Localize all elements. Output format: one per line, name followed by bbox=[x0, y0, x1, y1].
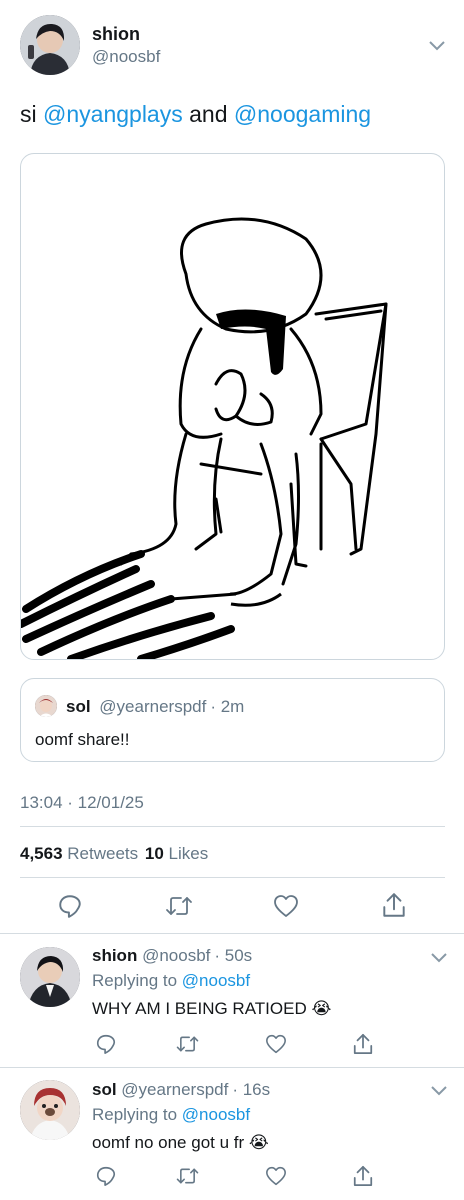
replying-to: Replying to @noosbf bbox=[92, 971, 250, 991]
mention-link[interactable]: @noosbf bbox=[182, 971, 250, 990]
reply-author-handle[interactable]: @noosbf bbox=[142, 946, 210, 965]
retweet-icon bbox=[176, 1036, 199, 1052]
reply-time: · 50s bbox=[214, 946, 253, 965]
reply-button[interactable] bbox=[95, 1033, 117, 1055]
share-icon bbox=[383, 893, 405, 917]
reply-author-handle[interactable]: @yearnerspdf bbox=[121, 1080, 228, 1099]
mention-link[interactable]: @noosbf bbox=[182, 1105, 250, 1124]
share-button[interactable] bbox=[381, 891, 407, 919]
tweet-stats: 4,563 Retweets 10 Likes bbox=[20, 844, 208, 864]
tweet-text-prefix: si bbox=[20, 101, 37, 127]
quote-author-handle[interactable]: @yearnerspdf bbox=[99, 697, 206, 716]
chevron-down-icon[interactable] bbox=[430, 1085, 448, 1097]
likes-count[interactable]: 10 bbox=[145, 844, 164, 863]
quote-time: · 2m bbox=[210, 697, 245, 716]
share-icon bbox=[353, 1033, 373, 1055]
mention-link[interactable]: @noogaming bbox=[234, 101, 371, 127]
share-button[interactable] bbox=[352, 1164, 374, 1188]
reply-time: · 16s bbox=[232, 1080, 271, 1099]
reply-text-body: WHY AM I BEING RATIOED bbox=[92, 999, 307, 1018]
reply-text-body: oomf no one got u fr bbox=[92, 1133, 245, 1152]
author-name[interactable]: shion bbox=[92, 24, 140, 45]
tweet-media-image[interactable] bbox=[20, 153, 445, 660]
divider bbox=[20, 826, 445, 827]
retweets-label[interactable]: Retweets bbox=[67, 844, 138, 863]
emoji: 😭 bbox=[248, 1133, 269, 1152]
reply-button[interactable] bbox=[95, 1165, 117, 1187]
reply-button[interactable] bbox=[57, 893, 83, 919]
share-button[interactable] bbox=[352, 1032, 374, 1056]
retweet-icon bbox=[166, 897, 192, 915]
retweet-button[interactable] bbox=[164, 894, 194, 918]
quote-text: oomf share!! bbox=[35, 730, 130, 749]
replying-to-label: Replying to bbox=[92, 1105, 178, 1124]
retweet-button[interactable] bbox=[175, 1034, 200, 1054]
like-button[interactable] bbox=[265, 1166, 287, 1186]
chevron-down-icon[interactable] bbox=[430, 952, 448, 964]
replying-to-label: Replying to bbox=[92, 971, 178, 990]
quote-avatar[interactable] bbox=[35, 695, 57, 717]
emoji: 😭 bbox=[311, 999, 332, 1018]
reply-icon bbox=[96, 1034, 116, 1054]
reply-icon bbox=[96, 1166, 116, 1186]
tweet-timestamp[interactable]: 13:04 · 12/01/25 bbox=[20, 793, 144, 813]
reply-author-name[interactable]: sol bbox=[92, 1080, 117, 1099]
like-icon bbox=[274, 895, 298, 917]
chevron-down-icon[interactable] bbox=[428, 40, 446, 52]
reply-author-name[interactable]: shion bbox=[92, 946, 137, 965]
reply-meta: shion @noosbf · 50s bbox=[92, 946, 252, 966]
tweet-text-and: and bbox=[189, 101, 228, 127]
reply-meta: sol @yearnerspdf · 16s bbox=[92, 1080, 270, 1100]
retweet-button[interactable] bbox=[175, 1166, 200, 1186]
quote-meta: sol @yearnerspdf · 2m bbox=[66, 697, 244, 717]
reply-text: WHY AM I BEING RATIOED 😭 bbox=[92, 999, 331, 1019]
reply-avatar[interactable] bbox=[20, 947, 80, 1007]
retweet-icon bbox=[176, 1168, 199, 1184]
author-avatar[interactable] bbox=[20, 15, 80, 75]
tweet-text: si @nyangplays and @noogaming bbox=[20, 101, 371, 128]
share-icon bbox=[353, 1165, 373, 1187]
sketch-drawing bbox=[21, 217, 388, 659]
divider bbox=[0, 1067, 464, 1068]
replying-to: Replying to @noosbf bbox=[92, 1105, 250, 1125]
divider bbox=[0, 933, 464, 934]
retweets-count[interactable]: 4,563 bbox=[20, 844, 63, 863]
reply-text: oomf no one got u fr 😭 bbox=[92, 1133, 269, 1153]
quote-author-name[interactable]: sol bbox=[66, 697, 91, 716]
like-button[interactable] bbox=[273, 894, 299, 918]
mention-link[interactable]: @nyangplays bbox=[43, 101, 183, 127]
like-icon bbox=[266, 1034, 286, 1054]
reply-avatar[interactable] bbox=[20, 1080, 80, 1140]
like-button[interactable] bbox=[265, 1034, 287, 1054]
reply-icon bbox=[59, 895, 81, 918]
like-icon bbox=[266, 1166, 286, 1186]
quoted-tweet[interactable]: sol @yearnerspdf · 2m oomf share!! bbox=[20, 678, 445, 762]
divider bbox=[20, 877, 445, 878]
likes-label[interactable]: Likes bbox=[169, 844, 209, 863]
author-handle[interactable]: @noosbf bbox=[92, 47, 160, 67]
